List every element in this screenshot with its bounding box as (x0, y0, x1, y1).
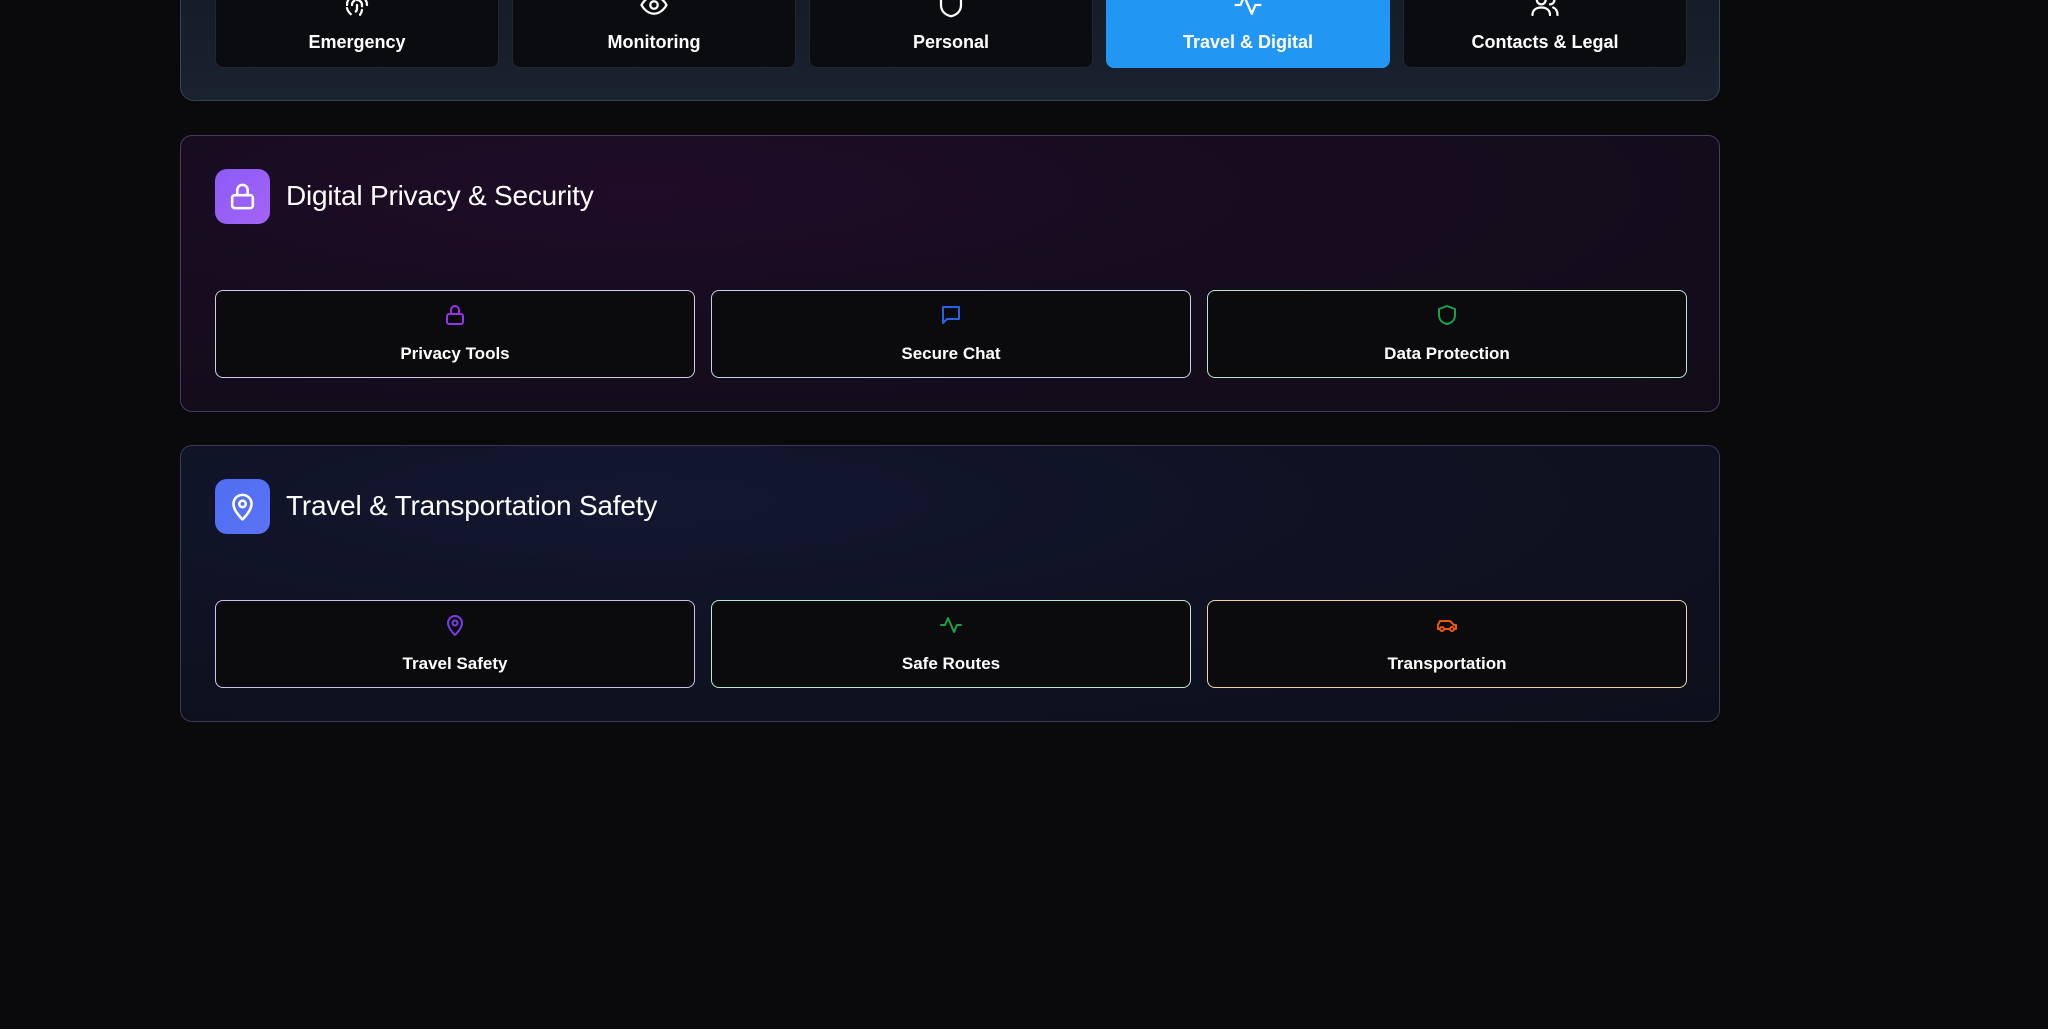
tab-label: Contacts & Legal (1471, 32, 1619, 52)
message-square-icon (942, 306, 960, 324)
fingerprint-icon (345, 0, 369, 16)
tool-label: Secure Chat (901, 344, 1001, 363)
tab-emergency[interactable]: Emergency (215, 0, 499, 68)
tab-travel-digital[interactable]: Travel & Digital (1106, 0, 1390, 68)
activity-icon (940, 617, 962, 633)
secure-chat-button[interactable]: Secure Chat (711, 290, 1191, 378)
safe-routes-button[interactable]: Safe Routes (711, 600, 1191, 688)
tool-label: Transportation (1387, 654, 1507, 673)
section-title: Digital Privacy & Security (286, 180, 594, 211)
tool-label: Travel Safety (402, 654, 508, 673)
section-title: Travel & Transportation Safety (286, 490, 658, 521)
tab-label: Emergency (308, 32, 406, 52)
map-pin-icon (447, 615, 463, 636)
tab-personal[interactable]: Personal (809, 0, 1093, 68)
shield-icon (939, 0, 963, 18)
travel-safety-button[interactable]: Travel Safety (215, 600, 695, 688)
tab-label: Monitoring (607, 32, 701, 52)
tool-label: Privacy Tools (400, 344, 510, 363)
data-protection-button[interactable]: Data Protection (1207, 290, 1687, 378)
tab-monitoring[interactable]: Monitoring (512, 0, 796, 68)
tab-contacts-legal[interactable]: Contacts & Legal (1403, 0, 1687, 68)
section-travel-safety: Travel & Transportation Safety Travel Sa… (180, 445, 1720, 722)
privacy-tools-button[interactable]: Privacy Tools (215, 290, 695, 378)
map-pin-icon (232, 493, 253, 521)
lock-icon (446, 305, 464, 325)
tab-label: Personal (912, 32, 990, 52)
transportation-button[interactable]: Transportation (1207, 600, 1687, 688)
activity-icon (1234, 0, 1262, 15)
users-icon (1531, 0, 1559, 17)
category-tabs-panel: Emergency Monitoring Personal Travel & D… (180, 0, 1720, 101)
lock-icon (230, 183, 255, 210)
tool-label: Data Protection (1384, 344, 1510, 363)
section-icon-badge (215, 169, 270, 224)
car-icon (1437, 620, 1457, 632)
section-icon-badge (215, 479, 270, 534)
eye-icon (640, 0, 668, 15)
shield-icon (1438, 305, 1456, 325)
tool-label: Safe Routes (901, 654, 1001, 673)
section-digital-privacy: Digital Privacy & Security Privacy Tools… (180, 135, 1720, 412)
tab-label: Travel & Digital (1182, 32, 1314, 52)
